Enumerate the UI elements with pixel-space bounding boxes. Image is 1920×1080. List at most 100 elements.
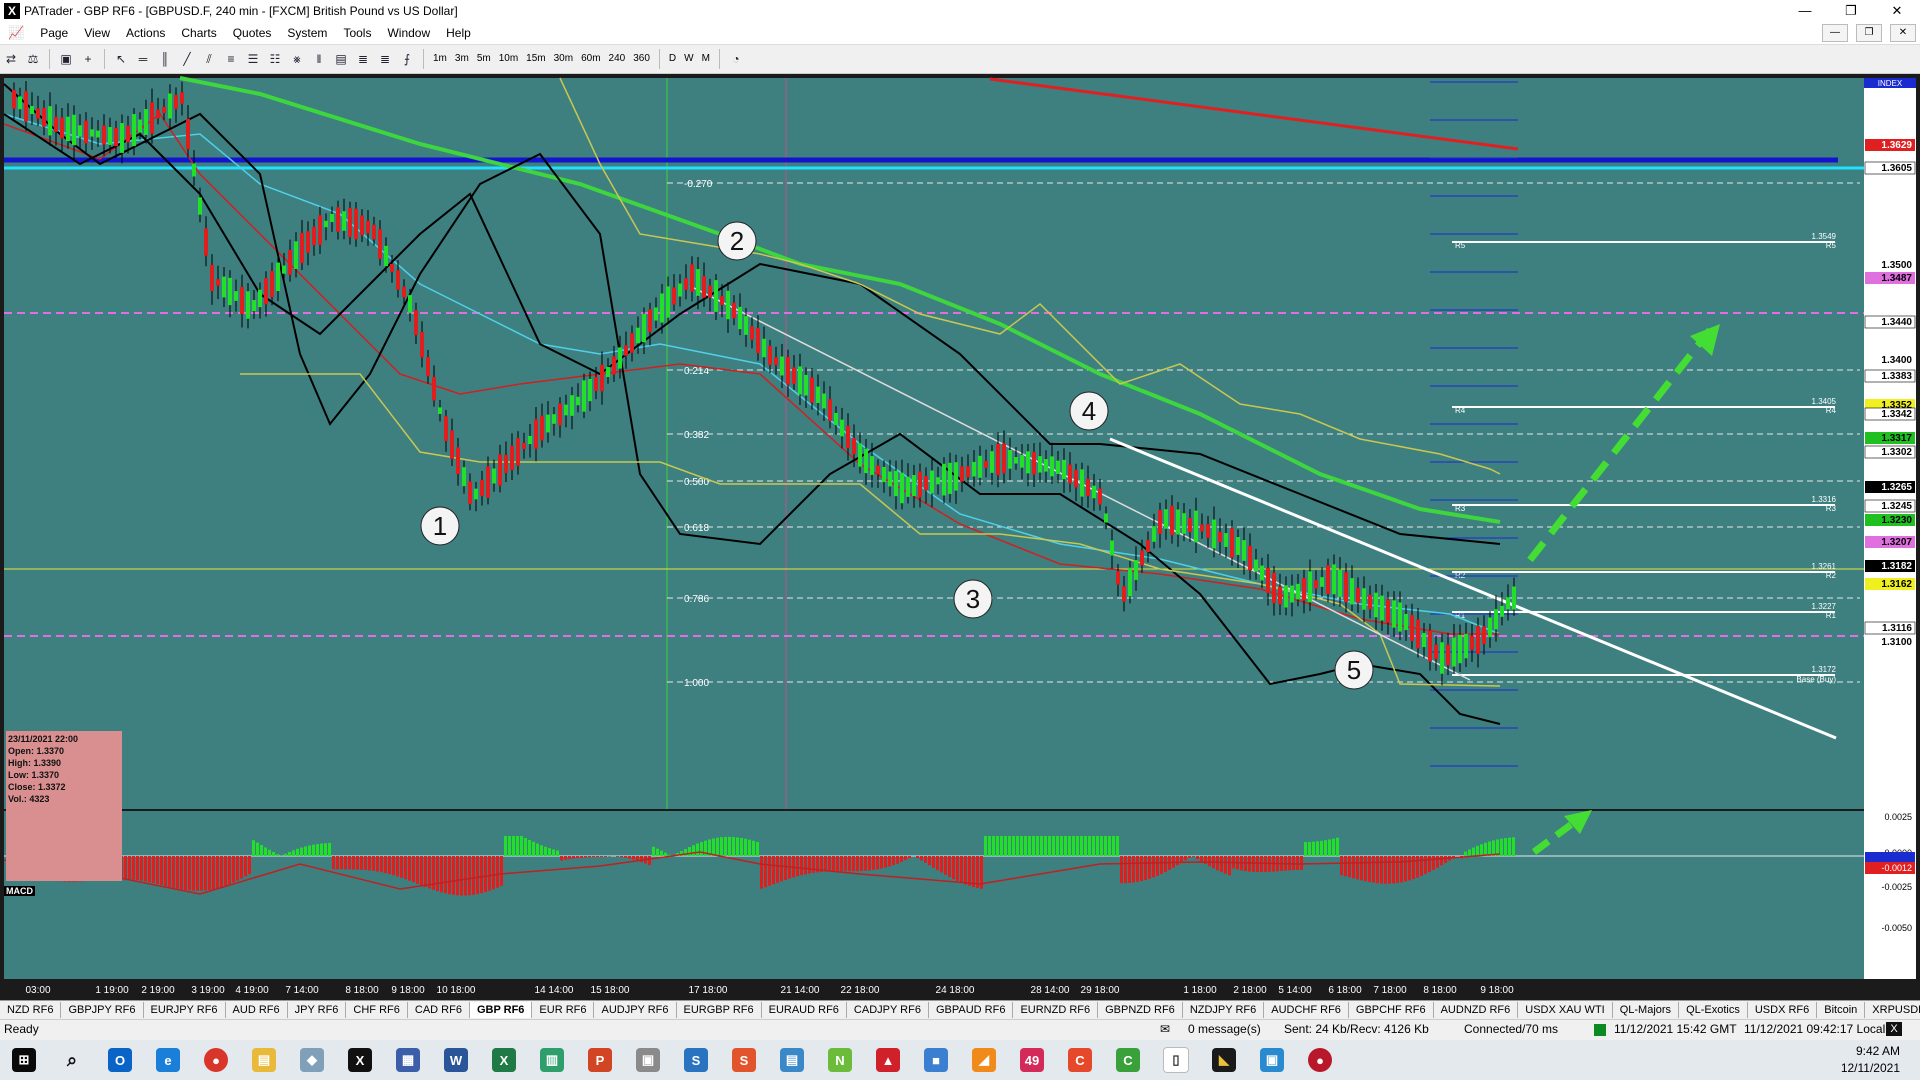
symbol-tab[interactable]: AUDCHF RF6 — [1264, 1002, 1349, 1018]
horizontal-line-icon[interactable]: ═ — [133, 49, 153, 69]
channel-icon[interactable]: ⫽ — [199, 49, 219, 69]
app-icon[interactable]: ▥ — [528, 1040, 576, 1080]
symbol-tab[interactable]: GBP RF6 — [469, 1002, 533, 1018]
app-icon[interactable]: N — [816, 1040, 864, 1080]
clock-icon[interactable]: ◔ — [726, 49, 746, 69]
app-icon[interactable]: ▯ — [1152, 1040, 1200, 1080]
mdi-restore-button[interactable]: ❐ — [1856, 24, 1882, 42]
app-icon[interactable]: ▣ — [624, 1040, 672, 1080]
excel-icon[interactable]: X — [480, 1040, 528, 1080]
symbol-tab[interactable]: EURJPY RF6 — [144, 1002, 226, 1018]
symbol-tab[interactable]: EUR RF6 — [532, 1002, 595, 1018]
menu-help[interactable]: Help — [438, 26, 479, 40]
symbol-tab[interactable]: GBPNZD RF6 — [1098, 1002, 1183, 1018]
period-weekly[interactable]: W — [680, 49, 697, 69]
timeframe-10m[interactable]: 10m — [495, 49, 522, 69]
chart-tool-icon[interactable]: ⚖ — [23, 49, 43, 69]
menu-charts[interactable]: Charts — [173, 26, 224, 40]
timeframe-360[interactable]: 360 — [629, 49, 654, 69]
word-icon[interactable]: W — [432, 1040, 480, 1080]
symbol-tab[interactable]: CHF RF6 — [346, 1002, 408, 1018]
restore-button[interactable]: ❐ — [1828, 0, 1874, 22]
taskbar-clock[interactable]: 9:42 AM 12/11/2021 — [1841, 1043, 1900, 1077]
mdi-close-button[interactable]: ✕ — [1890, 24, 1916, 42]
app-icon[interactable]: C — [1104, 1040, 1152, 1080]
menu-page[interactable]: Page — [32, 26, 76, 40]
timeframe-60m[interactable]: 60m — [577, 49, 604, 69]
patrader-icon[interactable]: X — [336, 1040, 384, 1080]
minimize-button[interactable]: — — [1782, 0, 1828, 22]
vertical-line-icon[interactable]: ║ — [155, 49, 175, 69]
chrome-icon[interactable]: ● — [192, 1040, 240, 1080]
period-daily[interactable]: D — [665, 49, 680, 69]
symbol-tab[interactable]: AUDNZD RF6 — [1434, 1002, 1519, 1018]
indicator-icon[interactable]: ⨍ — [397, 49, 417, 69]
symbol-tab[interactable]: Bitcoin — [1817, 1002, 1866, 1018]
symbol-tab[interactable]: USDX XAU WTI — [1518, 1002, 1613, 1018]
timeframe-3m[interactable]: 3m — [451, 49, 473, 69]
symbol-tab[interactable]: JPY RF6 — [288, 1002, 347, 1018]
mail-icon[interactable]: ✉ — [1160, 1022, 1170, 1036]
app-icon[interactable]: ■ — [912, 1040, 960, 1080]
app-icon[interactable]: C — [1056, 1040, 1104, 1080]
menu-window[interactable]: Window — [379, 26, 438, 40]
app-icon[interactable]: ▤ — [768, 1040, 816, 1080]
chart-tool-icon[interactable]: ⇄ — [1, 49, 21, 69]
pivot-icon[interactable]: ▤ — [331, 49, 351, 69]
fib-extension-icon[interactable]: ☰ — [243, 49, 263, 69]
app-icon[interactable]: ▲ — [864, 1040, 912, 1080]
menu-actions[interactable]: Actions — [118, 26, 173, 40]
price-chart[interactable]: -0.2700.2140.3820.5000.6180.7861.000R51.… — [0, 74, 1920, 1000]
symbol-tab[interactable]: CAD RF6 — [408, 1002, 470, 1018]
symbol-tab[interactable]: NZDJPY RF6 — [1183, 1002, 1265, 1018]
pointer-icon[interactable]: ↖ — [111, 49, 131, 69]
symbol-tab[interactable]: QL-Majors — [1613, 1002, 1680, 1018]
app-icon[interactable]: ◣ — [1200, 1040, 1248, 1080]
symbol-tab[interactable]: EURAUD RF6 — [762, 1002, 847, 1018]
text-tool-icon[interactable]: ≣ — [375, 49, 395, 69]
trendline-icon[interactable]: ╱ — [177, 49, 197, 69]
symbol-tab[interactable]: EURNZD RF6 — [1013, 1002, 1099, 1018]
mdi-minimize-button[interactable]: — — [1822, 24, 1848, 42]
symbol-tab[interactable]: GBPAUD RF6 — [929, 1002, 1014, 1018]
calculator-icon[interactable]: ▦ — [384, 1040, 432, 1080]
chart-tool-icon[interactable]: ▣ — [56, 49, 76, 69]
timeframe-240[interactable]: 240 — [605, 49, 630, 69]
fibonacci-icon[interactable]: ≡ — [221, 49, 241, 69]
chart-area[interactable]: -0.270 0.214 0.382 0.500 0.618 0.786 1.000 R5 1.… — [0, 74, 1920, 1000]
windows-start-icon[interactable]: ⊞ — [0, 1040, 48, 1080]
symbol-tab[interactable]: NZD RF6 — [0, 1002, 62, 1018]
menu-quotes[interactable]: Quotes — [225, 26, 280, 40]
edge-icon[interactable]: e — [144, 1040, 192, 1080]
app-icon[interactable]: ▣ — [1248, 1040, 1296, 1080]
symbol-tab[interactable]: AUD RF6 — [226, 1002, 288, 1018]
app-icon[interactable]: S — [720, 1040, 768, 1080]
close-button[interactable]: ✕ — [1874, 0, 1920, 22]
app-icon[interactable]: ◢ — [960, 1040, 1008, 1080]
file-explorer-icon[interactable]: ▤ — [240, 1040, 288, 1080]
symbol-tab[interactable]: AUDJPY RF6 — [594, 1002, 677, 1018]
symbol-tab[interactable]: USDX RF6 — [1748, 1002, 1818, 1018]
app-icon[interactable]: 49 — [1008, 1040, 1056, 1080]
cycle-lines-icon[interactable]: ‖ — [309, 49, 329, 69]
andrews-icon[interactable]: ≣ — [353, 49, 373, 69]
symbol-tab[interactable]: GBPJPY RF6 — [61, 1002, 144, 1018]
gann-fan-icon[interactable]: ⨳ — [287, 49, 307, 69]
timeframe-5m[interactable]: 5m — [473, 49, 495, 69]
timeframe-15m[interactable]: 15m — [522, 49, 549, 69]
symbol-tab[interactable]: XRPUSDRF6 — [1865, 1002, 1920, 1018]
crosshair-icon[interactable]: + — [78, 49, 98, 69]
symbol-tab[interactable]: EURGBP RF6 — [677, 1002, 762, 1018]
menu-system[interactable]: System — [279, 26, 335, 40]
menu-view[interactable]: View — [76, 26, 118, 40]
outlook-icon[interactable]: O — [96, 1040, 144, 1080]
menu-tools[interactable]: Tools — [335, 26, 379, 40]
timeframe-30m[interactable]: 30m — [550, 49, 577, 69]
timeframe-1m[interactable]: 1m — [429, 49, 451, 69]
symbol-tab[interactable]: QL-Exotics — [1679, 1002, 1748, 1018]
fib-projection-icon[interactable]: ☷ — [265, 49, 285, 69]
app-icon[interactable]: ● — [1296, 1040, 1344, 1080]
page-icon[interactable]: 📈 — [0, 25, 32, 41]
period-monthly[interactable]: M — [698, 49, 714, 69]
symbol-tab[interactable]: GBPCHF RF6 — [1349, 1002, 1434, 1018]
